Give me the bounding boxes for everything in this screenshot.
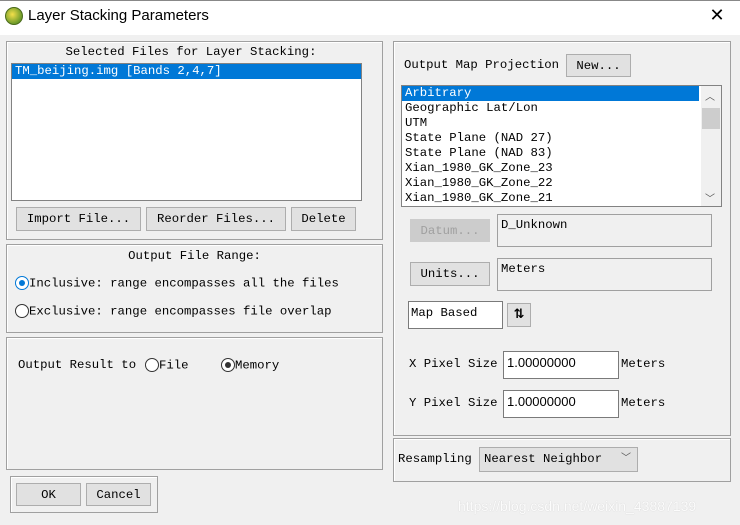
x-pixel-size-label: X Pixel Size	[409, 357, 498, 371]
scroll-down-icon[interactable]: ﹀	[705, 190, 715, 205]
reorder-files-button[interactable]: Reorder Files...	[146, 207, 286, 231]
cancel-button[interactable]: Cancel	[86, 483, 151, 506]
y-pixel-size-input[interactable]: 1.00000000	[503, 390, 619, 418]
radio-unselected-icon[interactable]	[15, 304, 29, 318]
scrollbar-thumb[interactable]	[702, 108, 720, 129]
output-memory-radio[interactable]: Memory	[221, 358, 279, 372]
exclusive-label: Exclusive: range encompasses file overla…	[29, 304, 332, 319]
projection-list[interactable]: Arbitrary Geographic Lat/Lon UTM State P…	[401, 85, 722, 207]
datum-button[interactable]: Datum...	[410, 219, 490, 242]
window-title: Layer Stacking Parameters	[28, 7, 209, 24]
file-list-item[interactable]: TM_beijing.img [Bands 2,4,7]	[12, 64, 361, 79]
resampling-dropdown[interactable]: Nearest Neighbor ﹀	[479, 447, 638, 472]
import-file-button[interactable]: Import File...	[16, 207, 141, 231]
toggle-arrows-icon[interactable]: ⇅	[507, 303, 531, 327]
ok-button[interactable]: OK	[16, 483, 81, 506]
output-result-label: Output Result to	[18, 358, 137, 372]
memory-label: Memory	[235, 358, 280, 373]
projection-item[interactable]: Arbitrary	[402, 86, 699, 101]
inclusive-radio[interactable]: Inclusive: range encompasses all the fil…	[15, 276, 339, 290]
radio-selected-icon[interactable]	[15, 276, 29, 290]
projection-item[interactable]: Xian_1980_GK_Zone_21	[402, 191, 721, 206]
datum-value: D_Unknown	[497, 214, 712, 247]
projection-item[interactable]: Geographic Lat/Lon	[402, 101, 721, 116]
projection-scrollbar[interactable]: ︿ ﹀	[701, 86, 721, 206]
chevron-down-icon: ﹀	[621, 453, 631, 464]
watermark: https://blog.csdn.net/weixin_43887139	[458, 498, 697, 514]
projection-item[interactable]: State Plane (NAD 83)	[402, 146, 721, 161]
x-pixel-unit: Meters	[621, 357, 666, 371]
scroll-up-icon[interactable]: ︿	[705, 88, 715, 103]
output-result-panel	[6, 337, 383, 470]
output-map-projection-label: Output Map Projection	[404, 58, 559, 72]
projection-item[interactable]: Xian_1980_GK_Zone_22	[402, 176, 721, 191]
new-projection-button[interactable]: New...	[566, 54, 631, 77]
resampling-value: Nearest Neighbor	[484, 452, 603, 466]
y-pixel-size-label: Y Pixel Size	[409, 396, 498, 410]
radio-unselected-icon[interactable]	[145, 358, 159, 372]
y-pixel-unit: Meters	[621, 396, 666, 410]
resampling-label: Resampling	[398, 452, 472, 466]
projection-item[interactable]: UTM	[402, 116, 721, 131]
app-globe-icon	[5, 7, 23, 25]
projection-item[interactable]: State Plane (NAD 27)	[402, 131, 721, 146]
radio-selected-icon[interactable]	[221, 358, 235, 372]
exclusive-radio[interactable]: Exclusive: range encompasses file overla…	[15, 304, 332, 318]
close-icon[interactable]: ✕	[706, 5, 728, 26]
inclusive-label: Inclusive: range encompasses all the fil…	[29, 276, 339, 291]
selected-files-heading: Selected Files for Layer Stacking:	[65, 45, 317, 59]
x-pixel-size-input[interactable]: 1.00000000	[503, 351, 619, 379]
output-file-range-heading: Output File Range:	[128, 249, 261, 263]
projection-item[interactable]: Xian_1980_GK_Zone_23	[402, 161, 721, 176]
file-label: File	[159, 358, 189, 373]
units-button[interactable]: Units...	[410, 262, 490, 286]
map-based-field[interactable]: Map Based	[408, 301, 503, 329]
selected-files-list[interactable]: TM_beijing.img [Bands 2,4,7]	[11, 63, 362, 201]
output-file-radio[interactable]: File	[145, 358, 189, 372]
delete-button[interactable]: Delete	[291, 207, 356, 231]
units-value: Meters	[497, 258, 712, 291]
